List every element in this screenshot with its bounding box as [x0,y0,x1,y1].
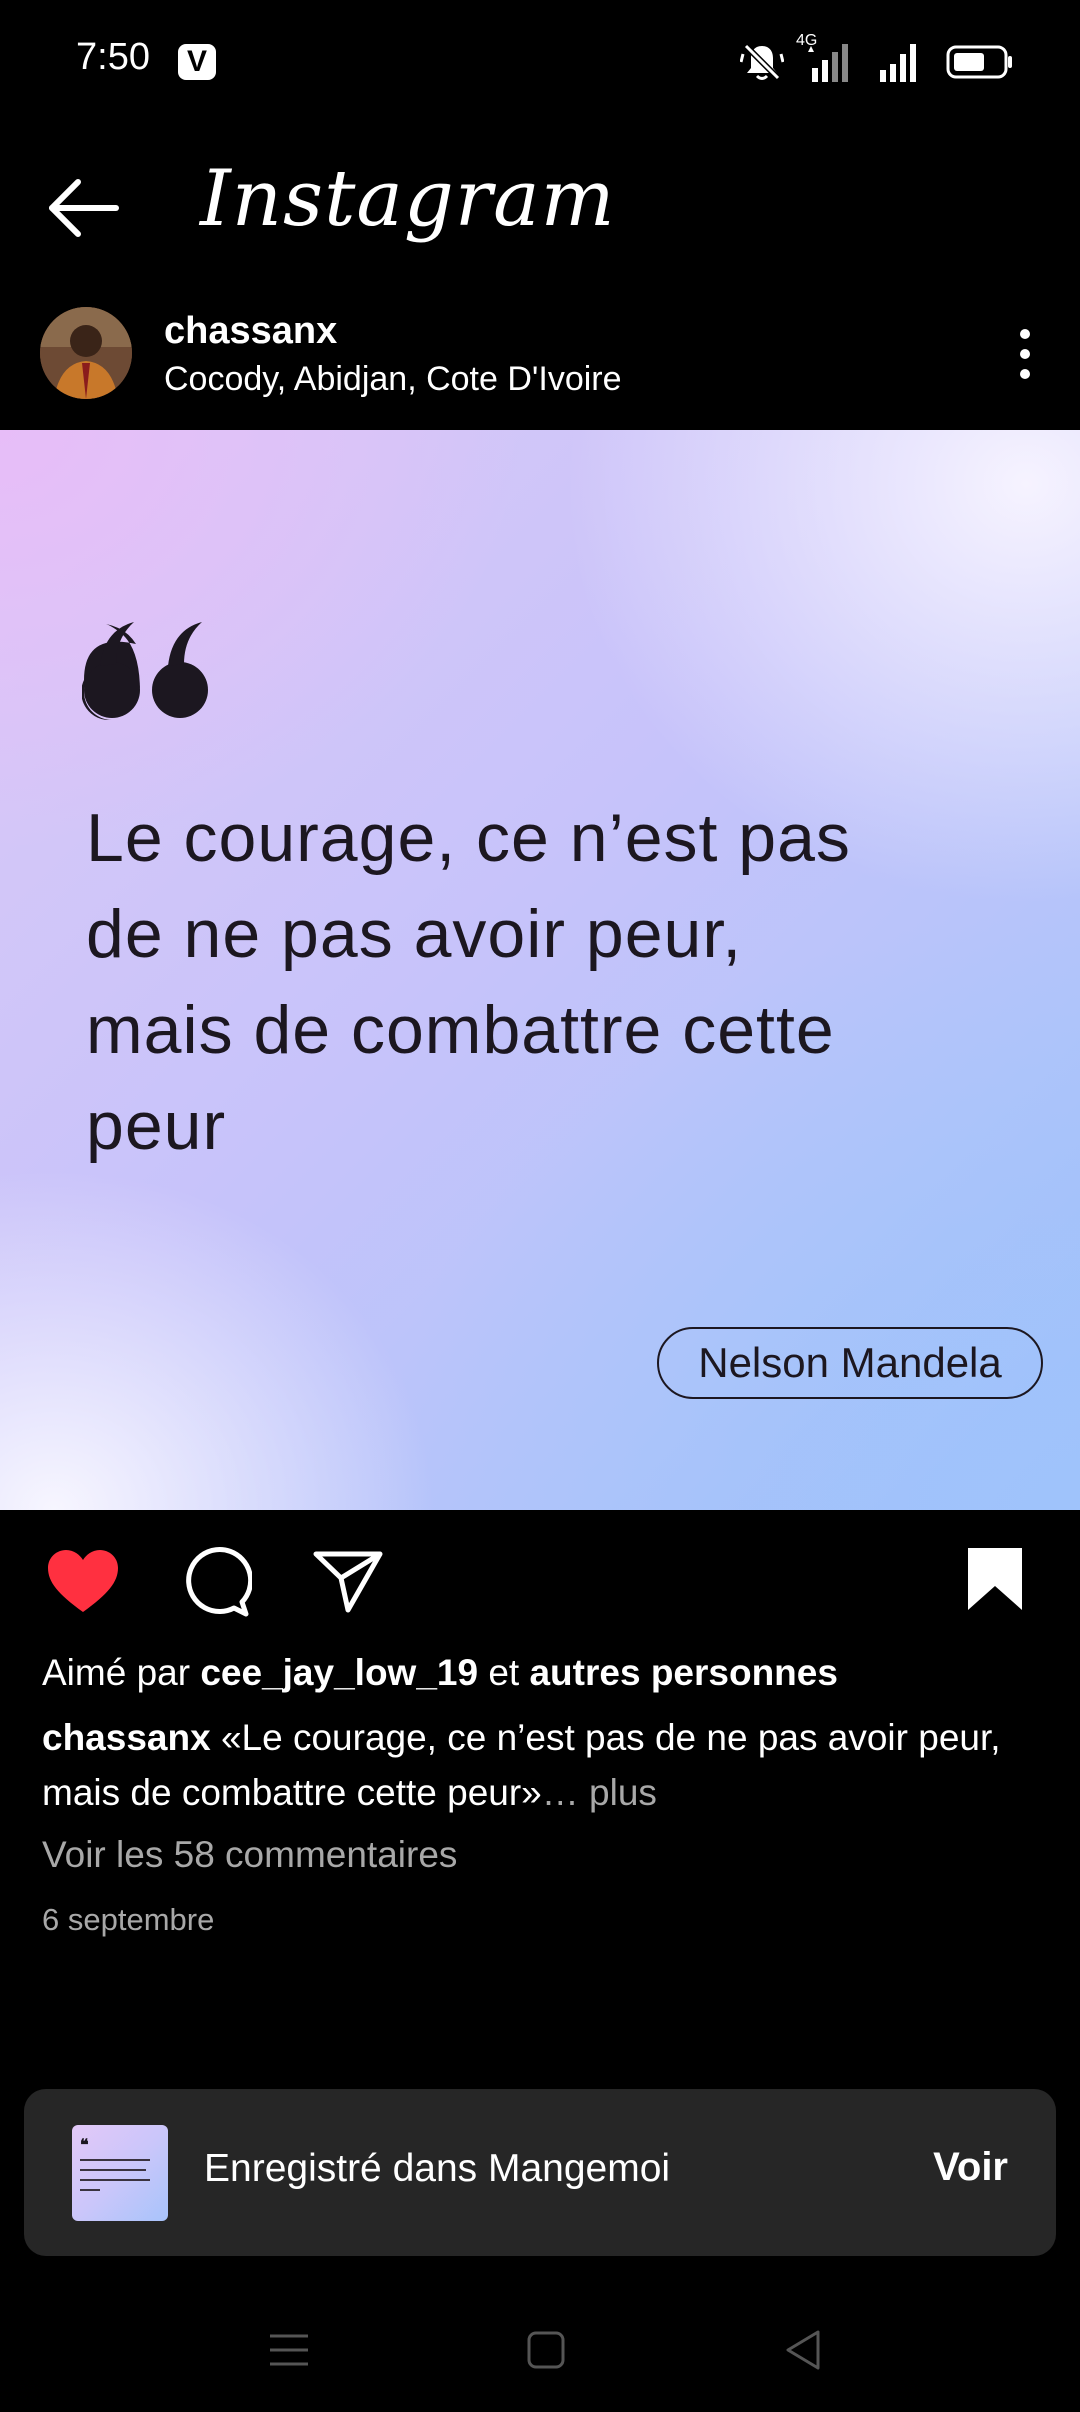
system-nav-bar [0,2290,1080,2412]
comment-icon[interactable] [180,1546,252,1618]
mute-bell-icon [740,43,784,81]
post-image[interactable]: Le courage, ce n’est pas de ne pas avoir… [0,430,1080,1510]
thumb-text-line [80,2189,100,2191]
avatar[interactable] [40,307,132,399]
toast-message: Enregistré dans Mangemoi [204,2147,671,2190]
post-date: 6 septembre [42,1902,215,1937]
post-caption: chassanx «Le courage, ce n’est pas de ne… [42,1710,1042,1820]
post-location[interactable]: Cocody, Abidjan, Cote D'Ivoire [164,360,622,399]
caption-more-link[interactable]: … plus [542,1772,657,1813]
avatar-image [40,307,132,399]
liker-username[interactable]: cee_jay_low_19 [200,1652,478,1693]
caption-username[interactable]: chassanx [42,1717,211,1758]
quote-author: Nelson Mandela [657,1327,1043,1399]
mobile-data-signal: 4G [796,32,854,84]
signal-icon [880,44,916,82]
app-title: Instagram [200,154,616,244]
likes-prefix: Aimé par [42,1652,201,1693]
more-options-icon[interactable] [1000,324,1050,384]
share-icon[interactable] [312,1548,384,1614]
bookmark-icon[interactable] [966,1546,1024,1612]
collection-thumbnail: ❝ [72,2125,168,2221]
home-square-icon[interactable] [526,2320,566,2380]
status-bar: 7:50 V 4G [0,0,1080,124]
thumb-text-line [80,2159,150,2161]
carrier-badge: V [178,44,216,80]
back-triangle-icon[interactable] [784,2320,824,2380]
quote-line: de ne pas avoir peur, [86,896,743,972]
post-actions [0,1510,1080,1650]
menu-icon[interactable] [268,2320,310,2380]
quote-line: mais de combattre cette [86,992,835,1068]
thumb-quote-mark: ❝ [80,2137,89,2154]
view-comments-link[interactable]: Voir les 58 commentaires [42,1834,457,1876]
likes-others[interactable]: autres personnes [529,1652,837,1693]
status-time: 7:50 [76,36,150,78]
status-icons: 4G [740,32,1014,84]
likes-middle: et [478,1652,530,1693]
app-bar: Instagram [0,124,1080,274]
quote-line: Le courage, ce n’est pas [86,800,851,876]
post-header: chassanx Cocody, Abidjan, Cote D'Ivoire [0,300,1080,430]
quote-mark-icon [82,622,208,720]
saved-toast: ❝ Enregistré dans Mangemoi Voir [24,2089,1056,2256]
quote-line: peur [86,1088,227,1164]
quote-text: Le courage, ce n’est pas de ne pas avoir… [86,790,986,1174]
toast-view-button[interactable]: Voir [933,2145,1008,2190]
battery-icon [946,45,1012,79]
thumb-text-line [80,2179,150,2181]
heart-icon[interactable] [46,1548,120,1614]
signal-icon [808,44,848,82]
post-username[interactable]: chassanx [164,310,337,353]
thumb-text-line [80,2169,146,2171]
arrow-left-icon[interactable] [44,168,124,248]
likes-line: Aimé par cee_jay_low_19 et autres person… [42,1652,838,1694]
